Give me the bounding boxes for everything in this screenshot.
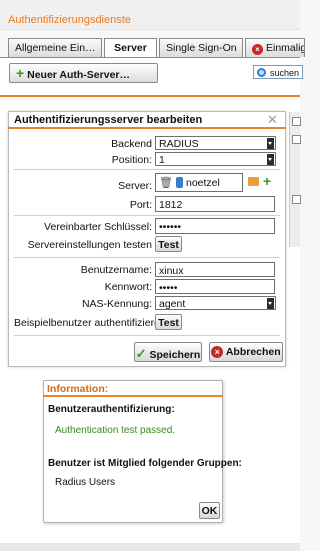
cancel-label: Abbrechen	[225, 346, 281, 358]
position-value: 1	[159, 154, 165, 166]
row-checkbox[interactable]	[292, 195, 301, 204]
server-label: Server:	[118, 180, 152, 192]
password-label: Kennwort:	[104, 281, 152, 293]
separator	[14, 335, 280, 336]
info-group-item: Radius Users	[55, 477, 116, 488]
test-auth-button[interactable]: Test	[155, 314, 182, 330]
info-title: Information:	[43, 380, 223, 397]
separator	[14, 169, 280, 170]
username-field[interactable]: xinux	[155, 262, 275, 277]
folder-icon[interactable]	[248, 177, 259, 186]
info-result: Authentication test passed.	[55, 425, 176, 436]
server-value: noetzel	[186, 177, 220, 189]
server-icon	[176, 177, 183, 188]
nas-id-select[interactable]: agent	[155, 296, 276, 310]
plus-icon: +	[16, 65, 25, 81]
row-checkbox[interactable]	[292, 117, 301, 126]
backend-value: RADIUS	[159, 138, 199, 150]
tab-divider	[0, 57, 300, 58]
cancel-icon: ×	[211, 346, 224, 358]
position-label: Position:	[111, 154, 152, 166]
port-label: Port:	[129, 199, 152, 211]
ok-button[interactable]: OK	[199, 502, 220, 519]
port-field[interactable]: 1812	[155, 196, 275, 212]
save-label: Speichern	[149, 349, 201, 361]
tab-single-sign-on[interactable]: Single Sign-On	[159, 38, 243, 57]
close-icon[interactable]: ✕	[267, 112, 278, 128]
tab-one-time[interactable]: ×Einmalige	[245, 38, 305, 57]
footer-strip	[0, 543, 300, 551]
test-server-button[interactable]: Test	[155, 236, 182, 252]
auth-example-label: Beispielbenutzer authentifizieren	[14, 317, 166, 329]
tab-general[interactable]: Allgemeine Ein…	[8, 38, 102, 57]
position-select[interactable]: 1	[155, 152, 276, 166]
chevron-down-icon	[267, 298, 274, 309]
save-button[interactable]: ✓ Speichern	[134, 342, 202, 362]
username-label: Benutzername:	[80, 264, 152, 276]
search-icon	[257, 68, 266, 77]
new-auth-server-label: Neuer Auth-Server…	[27, 69, 130, 81]
row-checkbox[interactable]	[292, 135, 301, 144]
server-list-edge	[289, 112, 300, 247]
cancel-button[interactable]: × Abbrechen	[209, 342, 283, 362]
nas-id-value: agent	[159, 298, 186, 310]
accent-divider	[0, 95, 300, 97]
server-field[interactable]: 🗑 noetzel	[155, 173, 243, 192]
nas-id-label: NAS-Kennung:	[81, 298, 152, 310]
backend-label: Backend	[111, 138, 152, 150]
info-popup	[43, 380, 223, 523]
info-heading-groups: Benutzer ist Mitglied folgender Gruppen:	[48, 458, 242, 469]
page-title: Authentifizierungsdienste	[8, 14, 131, 26]
new-auth-server-button[interactable]: + Neuer Auth-Server…	[9, 63, 158, 83]
trash-icon[interactable]: 🗑	[159, 176, 173, 189]
chevron-down-icon	[267, 154, 274, 165]
backend-select[interactable]: RADIUS	[155, 136, 276, 150]
separator	[14, 215, 280, 216]
shared-secret-field[interactable]: ••••••	[155, 218, 275, 234]
chevron-down-icon	[267, 138, 274, 149]
search-input[interactable]: suchen	[253, 65, 303, 79]
search-placeholder: suchen	[270, 68, 300, 78]
password-field[interactable]: •••••	[155, 279, 275, 294]
test-settings-label: Servereinstellungen testen	[27, 239, 152, 251]
add-icon[interactable]: +	[263, 174, 271, 188]
tab-one-time-label: Einmalige	[266, 42, 304, 54]
error-icon: ×	[252, 44, 263, 55]
check-icon: ✓	[135, 346, 147, 361]
dialog-title: Authentifizierungsserver bearbeiten	[8, 111, 286, 129]
separator	[14, 257, 280, 258]
info-heading-auth: Benutzerauthentifizierung:	[48, 404, 175, 415]
shared-secret-label: Vereinbarter Schlüssel:	[44, 221, 152, 233]
tab-server[interactable]: Server	[104, 38, 157, 58]
